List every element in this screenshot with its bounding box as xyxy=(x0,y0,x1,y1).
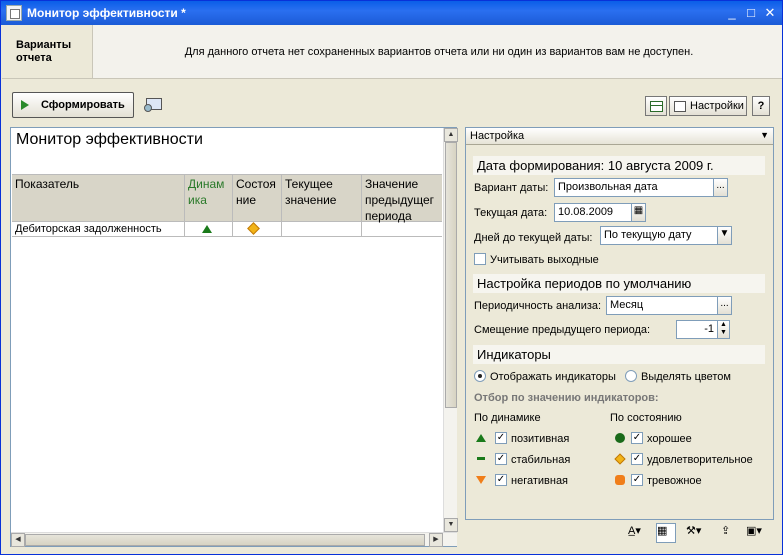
settings-panel: Настройка ▼ Дата формирования: 10 август… xyxy=(465,127,774,520)
state-good-label: хорошее xyxy=(647,433,692,445)
diamond-yellow-icon xyxy=(614,453,626,465)
variants-message: Для данного отчета нет сохраненных вариа… xyxy=(184,46,694,58)
scroll-down-icon[interactable]: ▼ xyxy=(444,518,458,532)
days-to-date-select[interactable]: По текущую дату xyxy=(600,226,718,245)
vertical-scroll-thumb[interactable] xyxy=(445,142,457,408)
report-document[interactable]: Монитор эффективности Показатель Динам и… xyxy=(10,127,458,547)
settings-panel-header[interactable]: Настройка ▼ xyxy=(466,128,773,145)
previous-value-cell xyxy=(362,222,442,237)
dynamics-negative-label: негативная xyxy=(511,475,569,487)
triangle-up-green-icon xyxy=(202,225,212,233)
maximize-button[interactable]: □ xyxy=(743,5,759,21)
state-alarming-label: тревожное xyxy=(647,475,702,487)
close-button[interactable]: ✕ xyxy=(762,5,778,21)
variants-label[interactable]: Варианты отчета xyxy=(2,25,93,78)
diamond-yellow-icon xyxy=(247,222,260,235)
show-indicators-radio[interactable] xyxy=(474,370,486,382)
window-title: Монитор эффективности * xyxy=(27,6,186,20)
periodicity-select-button[interactable]: ... xyxy=(717,296,732,315)
calendar-icon[interactable]: ▦ xyxy=(631,203,646,222)
settings-panel-title: Настройка xyxy=(470,130,525,142)
horizontal-scrollbar[interactable]: ◀ ▶ xyxy=(11,532,457,547)
table-view-button[interactable] xyxy=(645,96,667,116)
by-state-label: По состоянию xyxy=(610,412,682,424)
dynamics-stable-label: стабильная xyxy=(511,454,571,466)
weekends-checkbox[interactable] xyxy=(474,253,486,265)
help-button[interactable]: ? xyxy=(752,96,770,116)
triangle-up-green-icon xyxy=(476,434,486,442)
generate-button[interactable]: Сформировать xyxy=(12,92,134,118)
current-date-field[interactable]: 10.08.2009 xyxy=(554,203,632,222)
scroll-up-icon[interactable]: ▲ xyxy=(444,128,458,142)
dynamics-stable-checkbox[interactable]: ✓ xyxy=(495,453,507,465)
indicator-cell: Дебиторская задолженность xyxy=(12,222,185,237)
scroll-left-icon[interactable]: ◀ xyxy=(11,533,25,547)
dash-green-icon xyxy=(477,457,485,460)
days-to-date-dropdown-icon[interactable]: ▼ xyxy=(717,226,732,245)
app-window: Монитор эффективности * _ □ ✕ Варианты о… xyxy=(0,0,783,555)
offset-stepper[interactable]: ▲ ▼ xyxy=(717,320,730,339)
table-row[interactable]: Дебиторская задолженность xyxy=(12,222,442,237)
play-icon xyxy=(21,100,29,110)
current-value-cell xyxy=(282,222,362,237)
report-variants-bar: Варианты отчета Для данного отчета нет с… xyxy=(2,25,782,79)
dynamics-positive-label: позитивная xyxy=(511,433,570,445)
generate-button-label: Сформировать xyxy=(41,99,125,111)
periodicity-field[interactable]: Месяц xyxy=(606,296,718,315)
settings-button[interactable]: Настройки xyxy=(669,96,747,116)
highlight-color-radio[interactable] xyxy=(625,370,637,382)
wrench-icon[interactable]: ⚒▾ xyxy=(685,523,702,543)
date-section-title: Дата формирования: 10 августа 2009 г. xyxy=(473,156,765,175)
send-email-icon[interactable] xyxy=(144,98,162,112)
scroll-right-icon[interactable]: ▶ xyxy=(429,533,443,547)
column-header-current: Текущее значение xyxy=(282,175,362,223)
current-date-label: Текущая дата: xyxy=(474,207,548,219)
column-header-dynamics: Динам ика xyxy=(185,175,233,223)
column-header-state: Состоя ние xyxy=(233,175,282,223)
indicator-filter-heading: Отбор по значению индикаторов: xyxy=(474,392,659,404)
font-icon[interactable]: A̲▾ xyxy=(627,523,642,543)
period-section-title: Настройка периодов по умолчанию xyxy=(473,274,765,293)
title-bar: Монитор эффективности * _ □ ✕ xyxy=(1,1,782,25)
report-title: Монитор эффективности xyxy=(16,131,203,148)
chevron-down-icon[interactable]: ▼ xyxy=(760,130,769,140)
export-icon[interactable]: ⇪ xyxy=(720,523,731,543)
show-indicators-label: Отображать индикаторы xyxy=(490,371,616,383)
date-variant-field[interactable]: Произвольная дата xyxy=(554,178,714,197)
indicators-section-title: Индикаторы xyxy=(473,345,765,364)
periodicity-label: Периодичность анализа: xyxy=(474,300,602,312)
table-icon xyxy=(650,101,663,112)
app-icon xyxy=(6,5,22,21)
horizontal-scroll-thumb[interactable] xyxy=(25,534,425,546)
state-satisfactory-checkbox[interactable]: ✓ xyxy=(631,453,643,465)
table-header: Показатель Динам ика Состоя ние Текущее … xyxy=(12,174,442,223)
settings-panel-icon xyxy=(674,101,686,112)
toolbar: Сформировать Настройки ? xyxy=(2,81,782,125)
state-cell xyxy=(233,222,282,237)
column-header-indicator: Показатель xyxy=(12,175,185,223)
table-icon[interactable]: ▦ xyxy=(656,523,676,543)
by-dynamics-label: По динамике xyxy=(474,412,541,424)
minimize-button[interactable]: _ xyxy=(724,5,740,21)
column-header-previous: Значение предыдущег периода xyxy=(365,177,434,223)
date-variant-label: Вариант даты: xyxy=(474,182,549,194)
days-to-date-label: Дней до текущей даты: xyxy=(474,232,593,244)
state-good-checkbox[interactable]: ✓ xyxy=(631,432,643,444)
offset-label: Смещение предыдущего периода: xyxy=(474,324,651,336)
date-variant-select-button[interactable]: ... xyxy=(713,178,728,197)
settings-button-label: Настройки xyxy=(690,100,744,112)
state-satisfactory-label: удовлетворительное xyxy=(647,454,753,466)
state-alarming-checkbox[interactable]: ✓ xyxy=(631,474,643,486)
highlight-color-label: Выделять цветом xyxy=(641,371,731,383)
save-icon[interactable]: ▣▾ xyxy=(745,523,763,543)
weekends-label: Учитывать выходные xyxy=(490,254,599,266)
dynamics-positive-checkbox[interactable]: ✓ xyxy=(495,432,507,444)
triangle-down-orange-icon xyxy=(476,476,486,484)
circle-green-icon xyxy=(615,433,625,443)
dynamics-negative-checkbox[interactable]: ✓ xyxy=(495,474,507,486)
offset-field[interactable]: -1 xyxy=(676,320,718,339)
vertical-scrollbar[interactable]: ▲ ▼ xyxy=(443,128,458,532)
octagon-orange-icon xyxy=(615,475,625,485)
dynamics-cell xyxy=(185,222,233,237)
